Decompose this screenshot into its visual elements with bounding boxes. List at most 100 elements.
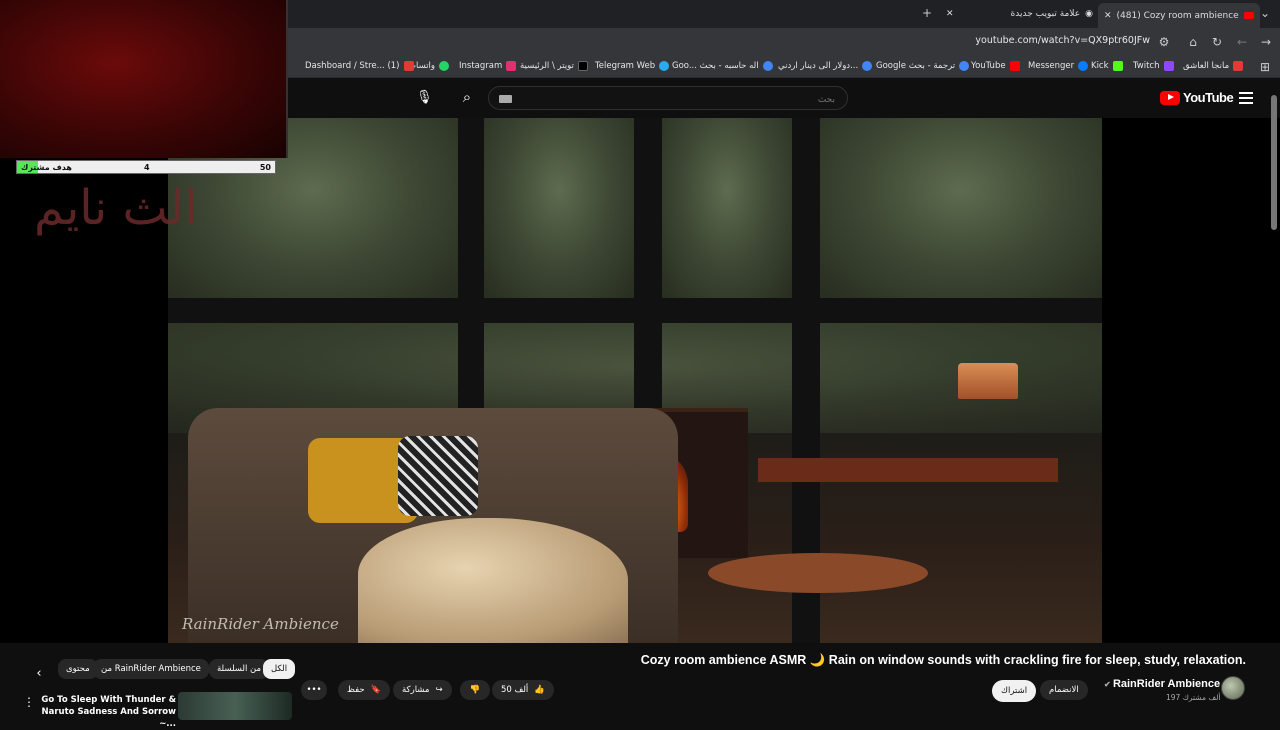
menu-icon[interactable] xyxy=(1239,92,1253,104)
bookmark-icon xyxy=(1233,61,1244,71)
goal-label: هدف مشترك xyxy=(21,162,72,172)
dislike-button[interactable]: 👎 xyxy=(460,680,490,700)
share-label: مشاركة xyxy=(402,685,430,695)
bookmark-item[interactable]: واتساب xyxy=(408,61,450,71)
dashboard-icon xyxy=(403,61,414,71)
save-button[interactable]: حفظ 🔖 xyxy=(338,680,391,700)
bookmark-item[interactable]: Telegram Web xyxy=(595,61,670,71)
bookmark-label: Google ترجمة - بحث xyxy=(876,61,956,71)
instagram-icon xyxy=(506,61,517,71)
video-frame xyxy=(168,118,1102,643)
bookmark-item[interactable]: Instagram xyxy=(459,61,517,71)
more-vertical-icon[interactable]: ⋮ xyxy=(22,695,36,709)
back-icon[interactable]: ← xyxy=(1235,35,1249,49)
bookmark-item[interactable]: دولار الى دينار اردني... xyxy=(778,61,873,71)
new-tab-icon[interactable]: + xyxy=(920,6,934,20)
site-settings-icon[interactable]: ⚙ xyxy=(1157,35,1171,49)
apps-grid-icon[interactable]: ⊞ xyxy=(1258,60,1272,74)
patterned-cushion xyxy=(398,436,478,516)
tab-active[interactable]: ✕ (481) Cozy room ambience xyxy=(1098,3,1260,28)
chip-related[interactable]: محتوى xyxy=(58,659,98,679)
search-icon[interactable]: ⌕ xyxy=(460,90,474,105)
fur-blanket xyxy=(358,518,628,643)
bookmark-item[interactable]: Twitch xyxy=(1133,61,1174,71)
chrome-favicon-icon: ◉ xyxy=(1085,9,1093,19)
youtube-logo-text: YouTube xyxy=(1183,90,1234,105)
thumbs-down-icon: 👎 xyxy=(469,685,481,695)
home-icon[interactable]: ⌂ xyxy=(1186,35,1200,49)
thumbs-up-icon: 👍 xyxy=(534,685,545,695)
share-button[interactable]: مشاركة ↪ xyxy=(393,680,452,700)
bookmark-item[interactable]: مانجا العاشق xyxy=(1183,61,1244,71)
bookmark-icon: 🔖 xyxy=(370,685,382,695)
tab-title: (481) Cozy room ambience xyxy=(1116,10,1239,21)
twitch-icon xyxy=(1163,61,1174,71)
close-tab-icon[interactable]: ✕ xyxy=(1104,11,1112,21)
google-icon xyxy=(959,61,970,71)
google-icon xyxy=(862,61,873,71)
search-input[interactable] xyxy=(489,89,847,111)
chip-from-series[interactable]: من السلسلة xyxy=(209,659,270,679)
bookmark-item[interactable]: Messenger xyxy=(1028,61,1089,71)
subscriber-count: 197 ألف مشترك xyxy=(1166,693,1221,702)
related-video-title[interactable]: Go To Sleep With Thunder & Naruto Sadnes… xyxy=(40,694,176,730)
chip-all[interactable]: الكل xyxy=(263,659,296,679)
like-button[interactable]: 50 ألف 👍 xyxy=(492,680,554,700)
forward-icon[interactable]: → xyxy=(1259,35,1273,49)
bookmark-item[interactable]: Google ترجمة - بحث xyxy=(876,61,970,71)
tab-title: علامة تبويب جديدة xyxy=(1010,9,1081,19)
bookmark-label: Goo... اله حاسبه - بحث xyxy=(672,61,759,71)
bookmark-item[interactable]: Goo... اله حاسبه - بحث xyxy=(672,61,773,71)
channel-avatar[interactable] xyxy=(1221,676,1245,700)
tab-search-icon[interactable]: ⌄ xyxy=(1258,6,1272,20)
bookmark-item[interactable]: Dashboard / Stre... (1) xyxy=(305,61,414,71)
youtube-logo[interactable]: YouTube xyxy=(1160,90,1234,105)
keyboard-icon[interactable] xyxy=(499,95,512,103)
bookmark-label: Telegram Web xyxy=(595,61,656,71)
youtube-favicon-icon xyxy=(1243,12,1254,19)
url-field[interactable]: youtube.com/watch?v=QX9ptr60JFw xyxy=(975,35,1150,46)
messenger-icon xyxy=(1078,61,1089,71)
whatsapp-icon xyxy=(439,61,450,71)
related-video-thumbnail[interactable] xyxy=(178,692,292,720)
window-pane xyxy=(820,118,1102,298)
window-pane xyxy=(662,118,792,298)
coffee-table xyxy=(708,553,928,593)
goal-target: 50 xyxy=(259,162,271,172)
bookmark-label: Kick xyxy=(1091,61,1109,71)
verified-icon: ✔ xyxy=(1104,680,1113,689)
video-watermark: RainRider Ambience xyxy=(182,615,339,633)
channel-name[interactable]: ✔ RainRider Ambience xyxy=(1104,678,1220,690)
bookmark-label: Twitch xyxy=(1133,61,1160,71)
bookmark-label: Instagram xyxy=(459,61,503,71)
page-scrollbar[interactable] xyxy=(1271,95,1277,230)
subscribe-button[interactable]: اشتراك xyxy=(992,680,1037,702)
join-button[interactable]: الانضمام xyxy=(1040,680,1088,700)
chevron-left-icon[interactable]: ‹ xyxy=(32,667,46,681)
window-transom xyxy=(168,298,1102,323)
kick-icon xyxy=(1112,61,1123,71)
youtube-icon xyxy=(1009,61,1020,71)
bookmark-label: Messenger xyxy=(1028,61,1075,71)
bookmark-label: تويتر \ الرئيسية xyxy=(520,61,574,71)
bookmark-label: دولار الى دينار اردني... xyxy=(778,61,859,71)
bookmark-item[interactable]: تويتر \ الرئيسية xyxy=(520,61,588,71)
reload-icon[interactable]: ↻ xyxy=(1210,35,1224,49)
more-actions-button[interactable]: ••• xyxy=(301,680,327,700)
overlay-text: الث نايم xyxy=(34,180,198,236)
x-twitter-icon xyxy=(577,61,588,71)
tab-new[interactable]: ✕ علامة تبويب جديدة ◉ xyxy=(946,4,1093,24)
save-label: حفظ xyxy=(347,685,365,695)
close-tab-icon[interactable]: ✕ xyxy=(946,9,954,19)
video-info: Cozy room ambience ASMR 🌙 Rain on window… xyxy=(0,643,1280,729)
window-pane xyxy=(484,118,634,298)
microphone-icon[interactable]: 🎙 xyxy=(416,91,433,105)
share-icon: ↪ xyxy=(435,685,443,695)
bookmark-item[interactable]: Kick xyxy=(1091,61,1123,71)
bookmark-label: YouTube xyxy=(971,61,1006,71)
bookmark-item[interactable]: YouTube xyxy=(971,61,1020,71)
subscriber-goal-bar: هدف مشترك 4 50 xyxy=(16,160,276,174)
channel-name-text: RainRider Ambience xyxy=(1112,678,1221,690)
video-title: Cozy room ambience ASMR 🌙 Rain on window… xyxy=(640,653,1246,667)
chip-from-channel[interactable]: من RainRider Ambience xyxy=(93,659,209,679)
